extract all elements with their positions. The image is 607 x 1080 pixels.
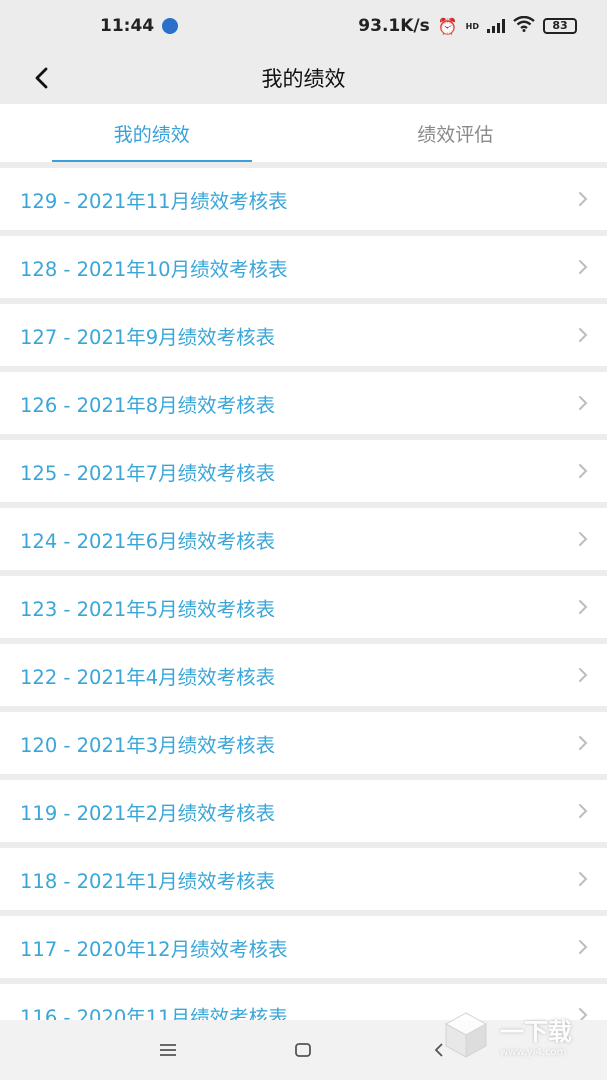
list-item[interactable]: 123 - 2021年5月绩效考核表 <box>0 576 607 638</box>
status-time: 11:44 <box>100 16 179 36</box>
home-icon <box>295 1043 312 1057</box>
status-indicators: 93.1K/s ⏰ HD 83 <box>358 15 577 37</box>
chevron-right-icon <box>579 872 588 886</box>
active-tab-indicator <box>52 160 252 162</box>
chevron-right-icon <box>579 600 588 614</box>
list-item-label: 117 - 2020年12月绩效考核表 <box>20 937 288 961</box>
page-title: 我的绩效 <box>261 67 346 91</box>
list-item-label: 118 - 2021年1月绩效考核表 <box>20 869 276 893</box>
hd-badge: HD <box>465 21 479 31</box>
list-item[interactable]: 120 - 2021年3月绩效考核表 <box>0 712 607 774</box>
chevron-right-icon <box>579 804 588 818</box>
list-item-label: 128 - 2021年10月绩效考核表 <box>20 257 288 281</box>
wifi-icon <box>513 15 535 37</box>
tab-label: 绩效评估 <box>417 123 494 146</box>
home-button[interactable] <box>283 1030 323 1070</box>
tab-label: 我的绩效 <box>113 123 190 146</box>
tab-my-performance[interactable]: 我的绩效 <box>0 104 304 162</box>
list-item-label: 123 - 2021年5月绩效考核表 <box>20 597 276 621</box>
list-item-label: 126 - 2021年8月绩效考核表 <box>20 393 276 417</box>
list-item[interactable]: 126 - 2021年8月绩效考核表 <box>0 372 607 434</box>
list-item-label: 120 - 2021年3月绩效考核表 <box>20 733 276 757</box>
chevron-right-icon <box>579 260 588 274</box>
list-item-label: 125 - 2021年7月绩效考核表 <box>20 461 276 485</box>
status-bar: 11:44 93.1K/s ⏰ HD 83 <box>0 0 607 52</box>
battery-icon: 83 <box>543 18 577 34</box>
signal-icon <box>487 19 505 33</box>
list-item[interactable]: 117 - 2020年12月绩效考核表 <box>0 916 607 978</box>
watermark-text: 一下载 www.yi4.com <box>500 1012 572 1058</box>
list-item[interactable]: 122 - 2021年4月绩效考核表 <box>0 644 607 706</box>
list-item-label: 122 - 2021年4月绩效考核表 <box>20 665 276 689</box>
list-item[interactable]: 124 - 2021年6月绩效考核表 <box>0 508 607 570</box>
menu-icon <box>159 1044 176 1056</box>
clock-text: 11:44 <box>100 16 155 36</box>
cloud-icon <box>162 18 179 34</box>
alarm-icon: ⏰ <box>437 16 458 36</box>
chevron-left-icon <box>35 67 48 89</box>
chevron-right-icon <box>579 736 588 750</box>
chevron-right-icon <box>579 668 588 682</box>
chevron-right-icon <box>579 396 588 410</box>
watermark-main: 一下载 <box>500 1018 572 1046</box>
chevron-right-icon <box>579 940 588 954</box>
performance-list[interactable]: 129 - 2021年11月绩效考核表 128 - 2021年10月绩效考核表 … <box>0 168 607 1020</box>
menu-button[interactable] <box>148 1030 188 1070</box>
list-item[interactable]: 119 - 2021年2月绩效考核表 <box>0 780 607 842</box>
chevron-right-icon <box>579 192 588 206</box>
network-speed: 93.1K/s <box>358 16 430 36</box>
list-item[interactable]: 129 - 2021年11月绩效考核表 <box>0 168 607 230</box>
app-header: 我的绩效 <box>0 52 607 104</box>
back-button[interactable] <box>26 60 56 96</box>
chevron-right-icon <box>579 532 588 546</box>
cube-logo-icon <box>444 1012 488 1058</box>
watermark-url: www.yi4.com <box>500 1047 567 1058</box>
list-item-label: 124 - 2021年6月绩效考核表 <box>20 529 276 553</box>
list-item[interactable]: 128 - 2021年10月绩效考核表 <box>0 236 607 298</box>
list-item[interactable]: 118 - 2021年1月绩效考核表 <box>0 848 607 910</box>
tab-bar: 我的绩效 绩效评估 <box>0 104 607 162</box>
watermark: 一下载 www.yi4.com <box>440 1000 600 1070</box>
list-item-label: 129 - 2021年11月绩效考核表 <box>20 189 288 213</box>
list-item-label: 119 - 2021年2月绩效考核表 <box>20 801 276 825</box>
list-item-label: 127 - 2021年9月绩效考核表 <box>20 325 276 349</box>
chevron-right-icon <box>579 464 588 478</box>
chevron-right-icon <box>579 328 588 342</box>
list-item[interactable]: 127 - 2021年9月绩效考核表 <box>0 304 607 366</box>
tab-performance-evaluation[interactable]: 绩效评估 <box>304 104 607 162</box>
list-item[interactable]: 125 - 2021年7月绩效考核表 <box>0 440 607 502</box>
